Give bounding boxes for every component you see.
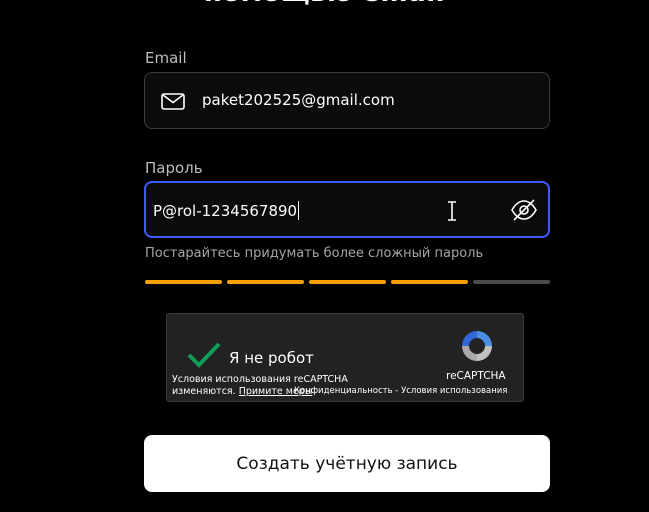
create-account-button[interactable]: Создать учётную запись: [144, 435, 550, 492]
email-value: paket202525@gmail.com: [202, 91, 395, 109]
strength-segment: [227, 280, 304, 284]
strength-segment: [309, 280, 386, 284]
password-label: Пароль: [145, 159, 203, 177]
page-title: помощью email: [0, 0, 649, 8]
text-caret: [298, 201, 300, 220]
strength-segment: [391, 280, 468, 284]
captcha-terms-line1: Условия использования reCAPTCHA: [172, 374, 348, 385]
check-icon[interactable]: [186, 341, 222, 373]
password-strength-hint: Постарайтесь придумать более сложный пар…: [145, 246, 484, 261]
text-cursor-icon: [446, 201, 458, 225]
recaptcha-brand: reCAPTCHA: [446, 370, 506, 382]
strength-segment: [473, 280, 550, 284]
captcha-label: Я не робот: [229, 349, 314, 367]
password-strength-meter: [145, 280, 550, 285]
strength-segment: [145, 280, 222, 284]
eye-slash-icon[interactable]: [510, 198, 538, 226]
recaptcha-links[interactable]: Конфиденциальность - Условия использован…: [294, 386, 507, 396]
mail-icon: [161, 93, 185, 114]
recaptcha-widget: Я не робот Условия использования reCAPTC…: [166, 313, 524, 402]
captcha-terms-line2: изменяются.: [172, 386, 236, 397]
email-field[interactable]: paket202525@gmail.com: [144, 72, 550, 129]
recaptcha-logo-icon: [458, 327, 496, 369]
email-label: Email: [145, 49, 187, 67]
password-value: P@rol-1234567890: [153, 201, 300, 220]
password-field[interactable]: P@rol-1234567890: [144, 181, 550, 238]
